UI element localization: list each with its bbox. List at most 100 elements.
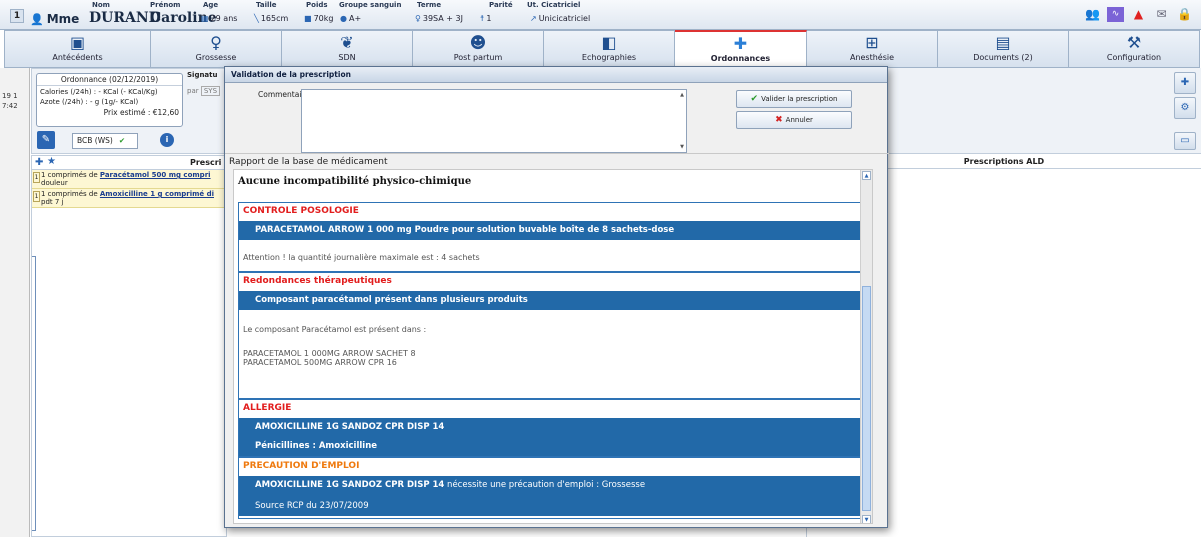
info-icon[interactable]: i <box>160 133 174 147</box>
redondances-section: Redondances thérapeutiques Composant par… <box>238 272 862 399</box>
patient-civility: 👤 Mme <box>30 12 79 26</box>
tab-configuration[interactable]: ⚒ Configuration <box>1069 30 1200 68</box>
tab-post-partum[interactable]: ☻ Post partum <box>413 30 544 68</box>
section-title: CONTROLE POSOLOGIE <box>243 206 359 216</box>
check-icon: ✔ <box>750 94 759 104</box>
ordonnance-summary[interactable]: Ordonnance (02/12/2019) Calories (/24h) … <box>36 73 183 127</box>
tab-echographies[interactable]: ◧ Echographies <box>544 30 675 68</box>
tab-grossesse[interactable]: ♀ Grossesse <box>151 30 282 68</box>
prescription-detail: douleur <box>41 179 68 187</box>
precaution-section: PRECAUTION D'EMPLOI AMOXICILLINE 1G SAND… <box>238 457 862 519</box>
age-value: 29 ans <box>210 14 238 23</box>
cancel-label: Annuler <box>785 116 813 124</box>
posologie-section: CONTROLE POSOLOGIE PARACETAMOL ARROW 1 0… <box>238 202 862 272</box>
parite-value: 1 <box>486 14 492 23</box>
splitter-handle[interactable] <box>32 256 36 531</box>
ordonnance-title: Ordonnance (02/12/2019) <box>37 74 182 86</box>
section-text: Le composant Paracétamol est présent dan… <box>243 325 427 334</box>
drug-link[interactable]: Paracétamol 500 mg compri <box>100 171 211 179</box>
edit-button[interactable]: ✎ <box>37 131 55 149</box>
lock-icon[interactable]: 🔒 <box>1176 7 1193 22</box>
tab-label: Ordonnances <box>710 54 771 63</box>
tab-documents[interactable]: ▤ Documents (2) <box>938 30 1069 68</box>
tab-label: Configuration <box>1106 53 1162 62</box>
ut-value: Unicicatriciel <box>538 14 591 23</box>
section-bar: PARACETAMOL ARROW 1 000 mg Poudre pour s… <box>239 221 861 240</box>
azote-line: Azote (/24h) : - g (1g/- KCal) <box>40 98 139 106</box>
pregnancy-icon: ♀ <box>210 33 222 52</box>
section-bar: AMOXICILLINE 1G SANDOZ CPR DISP 14 néces… <box>239 476 861 497</box>
prescriptions-header: ✚ ★ Prescri <box>32 156 226 170</box>
taille-label: Taille <box>256 1 277 9</box>
prenom-label: Prénom <box>150 1 181 9</box>
validate-prescription-button[interactable]: ✔ Valider la prescription <box>736 90 852 108</box>
dialog-title: Validation de la prescription <box>225 67 887 83</box>
scroll-down-icon[interactable]: ▼ <box>862 515 871 523</box>
scroll-down-icon[interactable]: ▼ <box>680 144 684 150</box>
history-strip: 19 1 7:42 <box>0 68 30 537</box>
scrollbar-thumb[interactable] <box>862 286 871 511</box>
tab-label: Anesthésie <box>849 53 895 62</box>
calories-line: Calories (/24h) : - KCal (- KCal/Kg) <box>40 88 158 96</box>
prix-estime: Prix estimé : €12,60 <box>103 108 179 117</box>
section-text: PARACETAMOL 500MG ARROW CPR 16 <box>243 358 397 367</box>
terme-value: 39SA + 3J <box>422 14 463 23</box>
scroll-up-icon[interactable]: ▲ <box>680 92 684 98</box>
drug-name: AMOXICILLINE 1G SANDOZ CPR DISP 14 <box>255 480 445 490</box>
scroll-up-icon[interactable]: ▲ <box>862 171 871 180</box>
tab-antecedents[interactable]: ▣ Antécédents <box>4 30 151 68</box>
tab-label: Documents (2) <box>973 53 1033 62</box>
users-icon[interactable]: 👥 <box>1084 7 1101 22</box>
prescriptions-title: Prescri <box>190 158 222 167</box>
close-icon: ✖ <box>775 115 783 125</box>
scar-icon: ↗ <box>530 14 537 23</box>
user-icon: 👤 <box>30 13 44 26</box>
quantity-box: 1 <box>33 172 40 183</box>
patient-number-badge[interactable]: 1 <box>10 9 24 23</box>
bcb-button[interactable]: BCB (WS) ✔ <box>72 133 138 149</box>
prescription-prefix: 1 comprimés de <box>41 171 98 179</box>
par-value[interactable]: SYS <box>200 86 221 96</box>
prescriptions-panel: ✚ ★ Prescri 1 1 comprimés de Paracétamol… <box>31 155 227 537</box>
monitoring-icon[interactable]: ∿ <box>1107 7 1124 22</box>
prescription-prefix: 1 comprimés de <box>41 190 98 198</box>
civility-text: Mme <box>46 12 80 26</box>
prescription-item[interactable]: 1 1 comprimés de Amoxicilline 1 g compri… <box>32 189 226 208</box>
anesthesia-icon: ⊞ <box>865 33 879 52</box>
report-title: Rapport de la base de médicament <box>229 157 388 167</box>
history-date[interactable]: 19 1 <box>2 92 18 100</box>
tab-label: SDN <box>338 53 356 62</box>
tab-sdn[interactable]: ❦ SDN <box>282 30 413 68</box>
prescription-item[interactable]: 1 1 comprimés de Paracétamol 500 mg comp… <box>32 170 226 189</box>
validate-label: Valider la prescription <box>761 95 838 103</box>
section-bar: Source RCP du 23/07/2009 <box>239 497 861 516</box>
history-time[interactable]: 7:42 <box>2 102 18 110</box>
family-icon: ☻ <box>469 33 487 52</box>
taille-value: 165cm <box>260 14 289 23</box>
tab-label: Echographies <box>581 53 637 62</box>
parite-label: Parité <box>489 1 513 9</box>
bcb-label: BCB (WS) <box>77 136 113 145</box>
comment-textarea[interactable]: ▲ ▼ <box>301 89 687 153</box>
nom-label: Nom <box>92 1 110 9</box>
cancel-button[interactable]: ✖ Annuler <box>736 111 852 129</box>
card-icon[interactable]: ▭ <box>1174 132 1196 150</box>
mail-icon[interactable]: ✉ <box>1153 7 1170 22</box>
groupe-value: A+ <box>348 14 362 23</box>
section-title: PRECAUTION D'EMPLOI <box>243 461 360 471</box>
prescription-add-icon[interactable]: ✚ <box>1174 72 1196 94</box>
pencil-icon: ✎ <box>41 134 51 145</box>
add-icon[interactable]: ✚ <box>35 157 43 168</box>
report-scrollbar[interactable]: ▲ ▼ <box>860 170 872 523</box>
star-icon[interactable]: ★ <box>47 156 56 167</box>
tab-ordonnances[interactable]: ✚ Ordonnances <box>675 30 807 68</box>
height-icon: ╲ <box>254 14 259 23</box>
section-text: Attention ! la quantité journalière maxi… <box>243 253 480 262</box>
tab-label: Post partum <box>453 53 503 62</box>
tab-label: Antécédents <box>52 53 103 62</box>
prescription-config-icon[interactable]: ⚙ <box>1174 97 1196 119</box>
check-icon: ✔ <box>118 136 126 145</box>
tab-anesthesie[interactable]: ⊞ Anesthésie <box>807 30 938 68</box>
drug-link[interactable]: Amoxicilline 1 g comprimé di <box>100 190 214 198</box>
alert-icon[interactable]: ▲ <box>1130 7 1147 22</box>
